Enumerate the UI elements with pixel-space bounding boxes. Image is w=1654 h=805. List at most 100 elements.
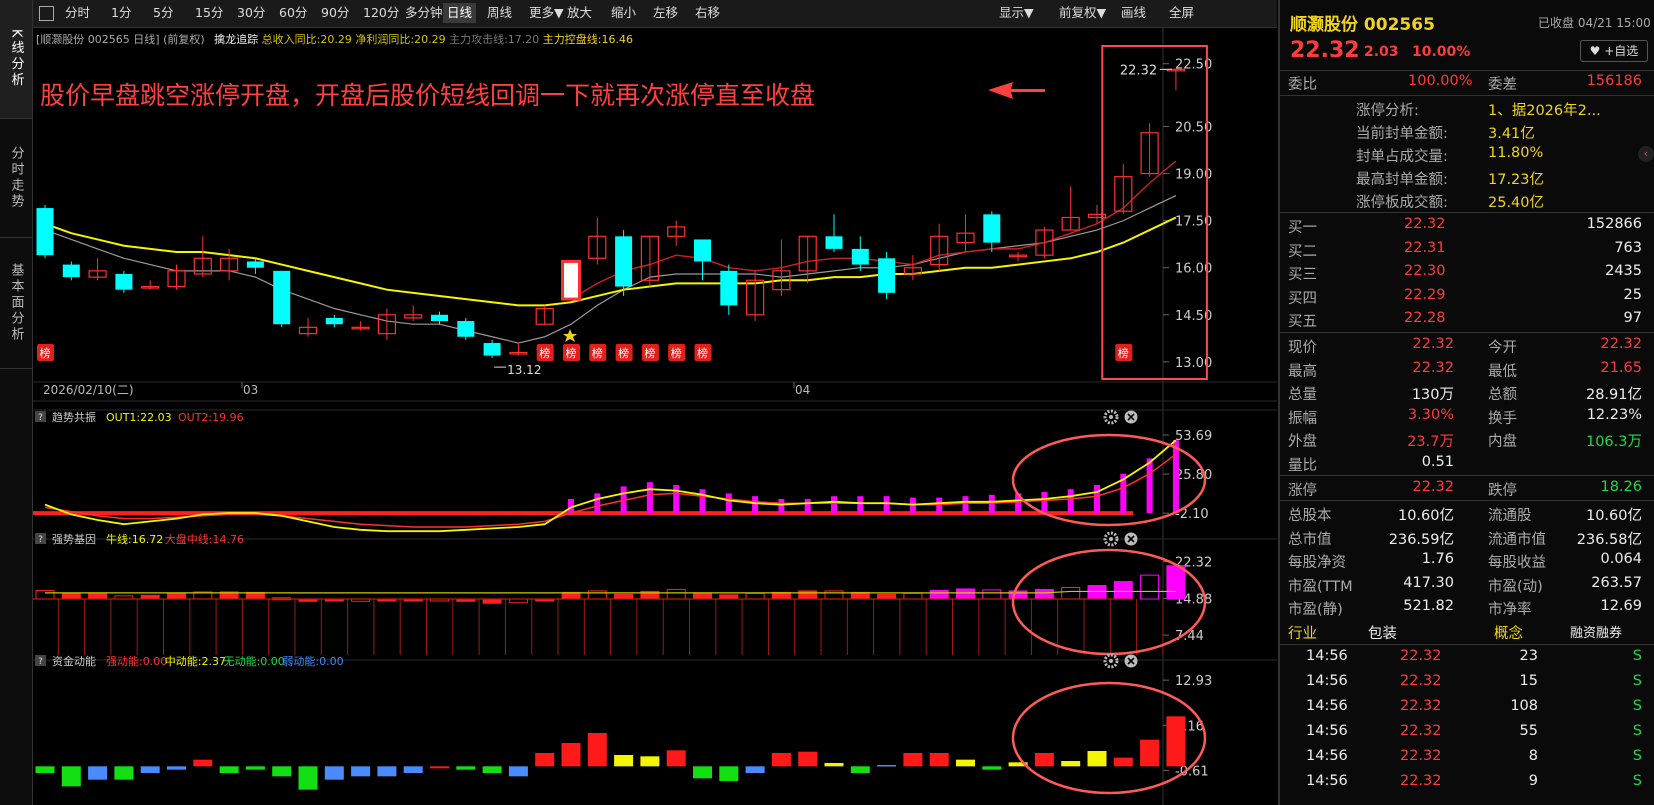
momentum-bar [1034,753,1054,767]
momentum-bar [693,766,712,779]
limit-analysis-value: 11.80% [1488,145,1544,161]
trend-bar [699,489,706,514]
gene-bar [88,592,108,600]
candle-body[interactable] [246,261,264,268]
momentum-bar [324,766,344,780]
indicator-name: 擒龙追踪 [214,33,259,46]
month-label: 04 [795,383,810,397]
market-status: 已收盘 04/21 15:00 [1538,16,1651,30]
candle-body[interactable] [457,321,475,337]
bid-price: 22.31 [1404,239,1446,256]
gene-bar [1166,565,1186,600]
candle-body[interactable] [483,343,501,356]
candle-body[interactable] [878,258,896,293]
candle-body[interactable] [983,214,1001,243]
period-button[interactable]: 周线 [483,3,516,23]
quote-value: 28.91亿 [1585,387,1642,403]
candle-body[interactable] [36,208,54,256]
tag-row: 行业 包装 概念 融资融券 [1280,620,1654,644]
quote-label: 最低 [1488,363,1517,380]
tab-fundamentals[interactable]: 基本面分析 [0,238,32,369]
kline-chart[interactable]: 2026/02/10(二) 03 0422.5020.5019.0017.5016.… [33,28,1277,805]
period-button[interactable]: 1分 [107,3,135,23]
momentum-bar [1087,751,1107,767]
industry-value[interactable]: 包装 [1368,622,1397,643]
quote-label: 总市值 [1288,531,1332,548]
chart-action-button[interactable]: 放大 [563,3,596,23]
bid-row: 买五 22.28 97 [1280,308,1654,332]
quote-label: 市盈(动) [1488,578,1543,595]
chart-action-button[interactable]: 缩小 [607,3,640,23]
period-button[interactable]: 多分钟 [401,3,447,23]
tab-k-line[interactable]: K线分析 [0,0,32,119]
quote-label: 流通股 [1488,508,1532,524]
quote-label: 内盘 [1488,434,1517,450]
candle-body[interactable] [825,236,843,249]
gene-bar [1008,590,1028,600]
limit-analysis-row: 当前封单金额: 3.41亿 [1280,120,1654,144]
quote-value: 22.32 [1600,336,1642,352]
toolbar-option-button[interactable]: 显示▼ [995,3,1038,23]
bid-row: 买二 22.31 763 [1280,238,1654,262]
collapse-arrow-icon[interactable]: ‹ [1638,146,1654,162]
trend-bar [831,496,837,514]
candle-body[interactable] [720,270,738,306]
quote-label: 跌停 [1488,483,1517,499]
info-item: 主力控盘线:16.46 [542,33,633,46]
info-item: 主力攻击线:17.20 [449,33,540,46]
candle-body[interactable] [851,248,869,265]
concept-tag[interactable]: 概念 [1494,622,1523,643]
momentum-panel-title: 资金动能 [52,654,96,668]
tick-time: 14:56 [1306,748,1348,764]
period-button[interactable]: 更多▼ [525,3,568,23]
add-favorite-button[interactable]: ♥ +自选 [1580,40,1648,62]
momentum-bar [456,766,476,770]
adjust-mode: (前复权) [163,33,205,46]
trend-bar [804,499,811,514]
period-button[interactable]: 分时 [61,3,94,23]
toolbar-option-button[interactable]: 全屏 [1165,3,1198,23]
period-button[interactable]: 60分 [275,3,311,23]
limit-analysis-label: 封单占成交量: [1356,149,1448,165]
tick-time: 14:56 [1306,698,1348,714]
bang-badge-label: 榜 [592,346,603,360]
candle-body[interactable] [273,270,291,325]
period-button[interactable]: 日线 [443,3,477,23]
tab-timeshare[interactable]: 分时走势 [0,119,32,238]
limit-analysis-row: 封单占成交量: 11.80% [1280,143,1654,167]
quote-row: 外盘 23.7万 内盘 106.3万 [1280,428,1654,452]
tick-side: S [1632,648,1642,664]
expand-icon[interactable] [39,6,54,21]
chart-action-button[interactable]: 右移 [691,3,724,23]
industry-tag[interactable]: 行业 [1288,622,1317,643]
quote-value: 521.82 [1403,598,1454,614]
momentum-bar [850,766,870,773]
tick-volume: 23 [1519,648,1538,664]
candle-body[interactable] [115,273,133,290]
bid-row: 买一 22.32 152866 [1280,214,1654,238]
toolbar-option-button[interactable]: 前复权▼ [1055,3,1110,23]
momentum-bar [903,753,923,767]
gene-bar [1034,588,1054,600]
trend-bar [752,496,759,514]
gene-bar [614,593,634,600]
margin-tag[interactable]: 融资融券 [1570,622,1622,641]
period-button[interactable]: 5分 [149,3,177,23]
toolbar-option-button[interactable]: 画线 [1117,3,1150,23]
bid-label: 买二 [1288,243,1317,260]
candle-body[interactable] [694,239,711,262]
svg-text:?: ? [38,657,43,667]
bang-badge-label: 榜 [644,346,655,360]
candle-body[interactable] [431,314,448,322]
period-button[interactable]: 90分 [317,3,353,23]
period-button[interactable]: 15分 [191,3,227,23]
period-button[interactable]: 120分 [359,3,403,23]
candle-body[interactable] [561,259,581,301]
tick-side: S [1632,773,1642,789]
candle-body[interactable] [325,317,343,325]
candle-body[interactable] [62,264,80,278]
period-button[interactable]: 30分 [233,3,269,23]
chart-action-button[interactable]: 左移 [649,3,682,23]
tick-price: 22.32 [1400,723,1442,739]
candle-body[interactable] [615,236,633,287]
